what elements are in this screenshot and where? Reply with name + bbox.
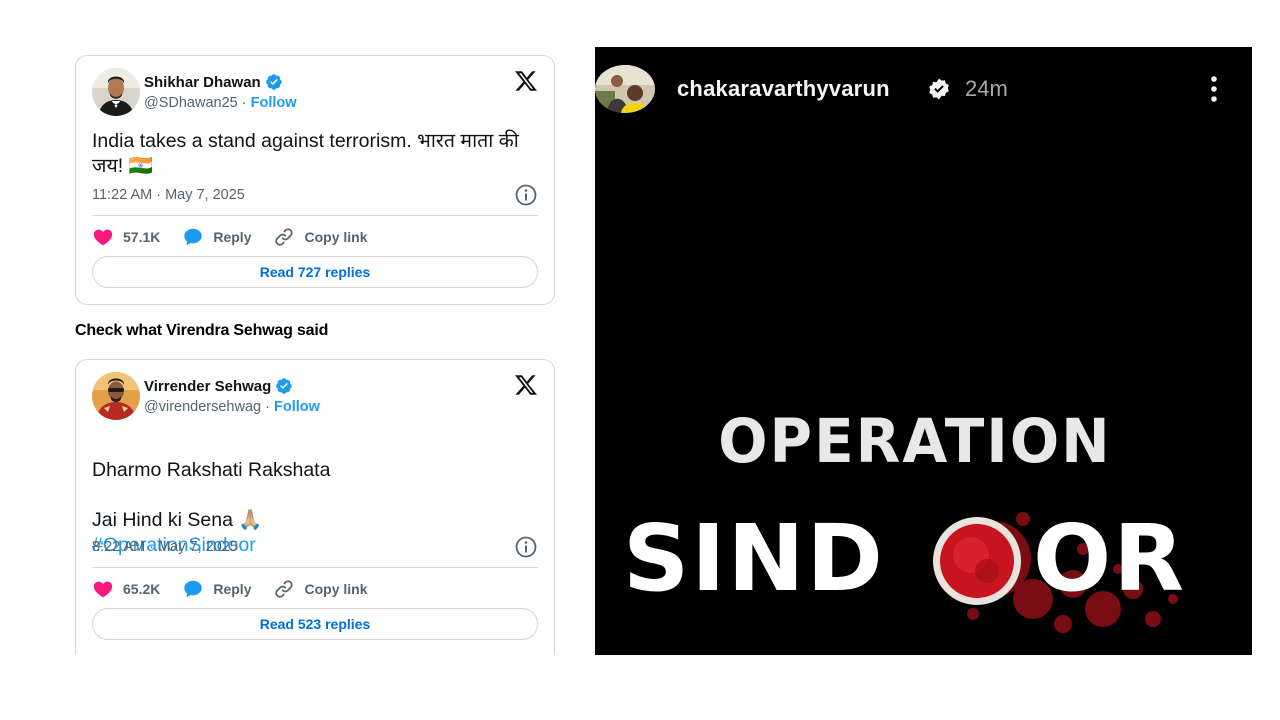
heart-icon [93, 581, 113, 598]
verified-badge-icon [276, 378, 292, 394]
sindoor-bowl-icon [933, 517, 1021, 605]
reply-bubble-icon [184, 228, 203, 246]
reply-bubble-icon [184, 580, 203, 598]
timestamp[interactable]: 11:22 AM · May 7, 2025 [92, 187, 245, 203]
poster-sindoor-right: OR [1033, 505, 1187, 612]
copy-link-label: Copy link [304, 581, 368, 597]
copy-link-label: Copy link [304, 229, 368, 245]
author-name[interactable]: Shikhar Dhawan [144, 74, 261, 91]
avatar[interactable] [92, 68, 140, 116]
read-replies-button[interactable]: Read 727 replies [92, 256, 538, 288]
poster-sindoor-left: SIND [623, 505, 885, 612]
follow-button[interactable]: Follow [274, 399, 320, 415]
like-button[interactable]: 65.2K [92, 578, 160, 600]
instagram-story: chakaravarthyvarun 24m OPERATION SIND OR [595, 47, 1252, 655]
x-logo-icon[interactable] [514, 69, 538, 93]
tweet-text-block: Dharmo Rakshati Rakshata Jai Hind ki Sen… [92, 433, 538, 583]
author-handle[interactable]: @virendersehwag [144, 399, 261, 415]
info-icon[interactable] [514, 535, 538, 559]
verified-badge-icon [929, 78, 949, 100]
heart-icon [93, 229, 113, 246]
separator: · [241, 95, 247, 111]
author-name[interactable]: Virrender Sehwag [144, 378, 271, 395]
more-vertical-icon[interactable] [1201, 75, 1227, 103]
handle-row: @SDhawan25 · Follow [144, 95, 297, 111]
divider [92, 567, 538, 568]
timestamp[interactable]: 8:22 AM · May 7, 2025 [92, 539, 238, 555]
action-bar: 65.2K Reply Copy link [92, 575, 538, 603]
copy-link-button[interactable]: Copy link [273, 226, 368, 248]
action-bar: 57.1K Reply Copy link [92, 223, 538, 251]
tweet-text: Dharmo Rakshati Rakshata Jai Hind ki Sen… [92, 459, 331, 531]
poster-operation-text: OPERATION [718, 405, 1112, 477]
tweet-card-shikhar: Shikhar Dhawan @SDhawan25 · Follow India… [75, 55, 555, 305]
story-avatar[interactable] [595, 65, 655, 113]
separator: · [265, 399, 270, 415]
reply-label: Reply [213, 229, 252, 245]
copy-link-button[interactable]: Copy link [273, 578, 368, 600]
like-count: 65.2K [123, 581, 161, 597]
info-icon[interactable] [514, 183, 538, 207]
link-icon [275, 228, 294, 246]
poster-sindoor-title: SIND OR [623, 499, 1223, 633]
author-handle[interactable]: @SDhawan25 [144, 95, 238, 111]
verified-badge-icon [265, 74, 282, 90]
link-icon [275, 580, 294, 598]
avatar[interactable] [92, 372, 140, 420]
section-heading: Check what Virendra Sehwag said [75, 322, 329, 339]
tweet-card-sehwag: Virrender Sehwag @virendersehwag · Follo… [75, 359, 555, 655]
tweet-text: India takes a stand against terrorism. भ… [92, 130, 519, 177]
read-replies-button[interactable]: Read 523 replies [92, 608, 538, 640]
like-button[interactable]: 57.1K [92, 226, 160, 248]
divider [92, 215, 538, 216]
handle-row: @virendersehwag · Follow [144, 399, 320, 415]
x-logo-icon[interactable] [514, 373, 538, 397]
story-username[interactable]: chakaravarthyvarun [677, 76, 890, 102]
follow-button[interactable]: Follow [251, 95, 297, 111]
reply-label: Reply [213, 581, 252, 597]
reply-button[interactable]: Reply [182, 578, 251, 600]
like-count: 57.1K [123, 229, 161, 245]
story-time: 24m [965, 76, 1008, 101]
reply-button[interactable]: Reply [182, 226, 251, 248]
